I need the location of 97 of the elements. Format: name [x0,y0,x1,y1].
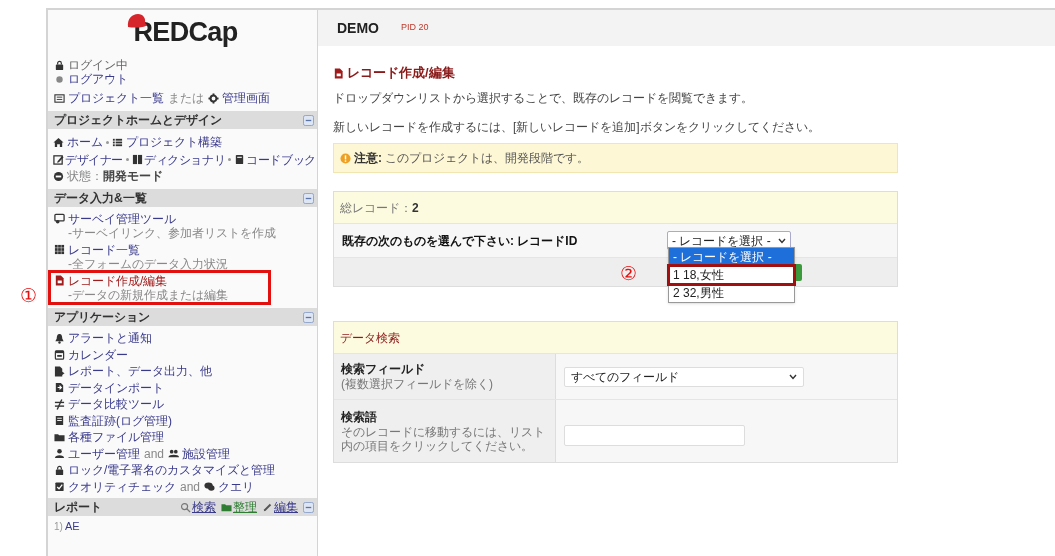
grid-icon [54,244,65,255]
sidebar-link[interactable]: 監査証跡(ログ管理) [68,413,172,428]
sidebar-link[interactable]: カレンダー [68,347,128,362]
calendar-icon [54,349,65,361]
logout-link[interactable]: ログアウト [68,72,128,86]
report-action-link[interactable]: 整理 [233,500,257,514]
field-note: (複数選択フィールドを除く) [341,377,494,391]
notice-text: 注意: このプロジェクトは、開発段階です。 [354,150,590,167]
codebook-icon [234,154,246,165]
home-icon [53,136,64,148]
panel-title: データ検索 [340,329,400,347]
file-icon [54,275,65,286]
caret-icon [789,373,797,380]
edit-icon [53,154,64,165]
user-icon [54,448,65,460]
project-name: DEMO [337,18,379,38]
section-title: レポート [54,500,103,514]
record-id-label: 既存の次のものを選んで下さい: レコードID [342,232,579,250]
link-note: -データの新規作成または編集 [67,288,229,302]
lock-icon [54,59,65,71]
joiner-text: and [144,446,165,461]
sidebar-link[interactable]: レポート、データ出力、他 [68,364,212,379]
sidebar-link[interactable]: レコード作成/編集 [68,273,168,288]
admin-link[interactable]: 管理画面 [222,91,270,105]
section-title: アプリケーション [54,310,151,324]
bullet-icon [54,73,65,85]
project-id: PID 20 [401,21,429,35]
sidebar-link[interactable]: サーベイ管理ツール [68,211,176,226]
joiner-text: または [168,91,204,105]
sidebar-link[interactable]: クオリティチェック [68,479,176,494]
field-note: そのレコードに移動するには、リスト内の項目をクリックしてください。 [341,424,546,453]
book-icon [132,154,143,165]
collapse-icon[interactable] [303,114,314,126]
redcap-logo[interactable]: REDCap [127,18,238,46]
project-list-link[interactable]: プロジェクト一覧 [68,91,164,105]
status-label: 状態： [67,169,103,183]
collapse-icon[interactable] [303,501,314,513]
report-action-link[interactable]: 検索 [192,500,216,514]
chat-icon [204,481,216,493]
sidebar-link[interactable]: プロジェクト構築 [126,135,222,149]
folder-icon [54,431,65,443]
field-select[interactable]: すべてのフィールド [564,366,804,387]
log-icon [54,415,65,427]
sidebar-link[interactable]: 施設管理 [182,446,231,461]
dropdown-option[interactable]: 1 18,女性 [669,266,794,284]
sidebar-link[interactable]: レコード一覧 [68,242,140,257]
step-marker: ② [620,264,637,283]
page-title: レコード作成/編集 [347,64,455,83]
link-note: -サーベイリンク、参加者リストを作成 [67,226,277,240]
pencil-icon [262,501,273,513]
search-icon [180,501,191,513]
status-icon [53,170,64,182]
intro-text: ドロップダウンリストから選択することで、既存のレコードを閲覧できます。 [333,91,754,105]
report-link[interactable]: AE [64,517,80,535]
folder-icon [221,501,232,513]
warning-icon [340,152,351,164]
file-icon [333,67,344,79]
status-value: 開発モード [103,169,163,183]
sidebar-link[interactable]: アラートと通知 [68,331,152,346]
sidebar-link[interactable]: クエリ [218,479,255,494]
gear-icon [208,92,219,104]
checklist-icon [54,481,65,493]
joiner-text: and [180,479,201,494]
sidebar-link[interactable]: 各種ファイル管理 [68,430,164,445]
field-label: 検索語 [341,409,378,425]
link-note: -全フォームのデータ入力状況 [67,257,229,271]
compare-icon [54,398,65,410]
sidebar-link[interactable]: データ比較ツール [68,397,164,412]
login-status: ログイン中 [68,58,128,72]
sidebar-link[interactable]: データインポート [68,380,164,395]
sidebar-link[interactable]: コードブック [246,152,316,167]
caret-icon [778,237,786,244]
sidebar-link[interactable]: ホーム [67,135,103,149]
report-action-link[interactable]: 編集 [274,500,298,514]
section-title: データ入力&一覧 [54,191,148,205]
sidebar-link[interactable]: ユーザー管理 [68,446,140,461]
lock-icon [54,464,65,476]
bell-icon [54,332,65,344]
step-marker: ① [20,286,37,305]
survey-icon [54,213,65,224]
collapse-icon[interactable] [303,192,314,204]
users-icon [168,448,180,460]
report-icon [54,365,65,377]
report-number: 1) [54,519,63,534]
field-label: 検索フィールド [341,362,426,377]
import-icon [54,382,65,394]
intro-text: 新しいレコードを作成するには、[新しいレコードを追加]ボタンをクリックしてください。 [333,120,821,134]
search-term-field[interactable] [564,424,745,446]
collapse-icon[interactable] [303,311,314,323]
tasks-icon [112,136,123,148]
sidebar-link[interactable]: ロック/電子署名のカスタマイズと管理 [68,463,276,478]
sidebar-link[interactable]: ディクショナリ [144,152,226,167]
dropdown-option[interactable]: 2 32,男性 [669,284,794,302]
list-icon [54,92,65,104]
sidebar-link[interactable]: デザイナー [65,152,123,167]
section-title: プロジェクトホームとデザイン [54,113,223,127]
record-total: 総レコード：2 [340,199,419,217]
